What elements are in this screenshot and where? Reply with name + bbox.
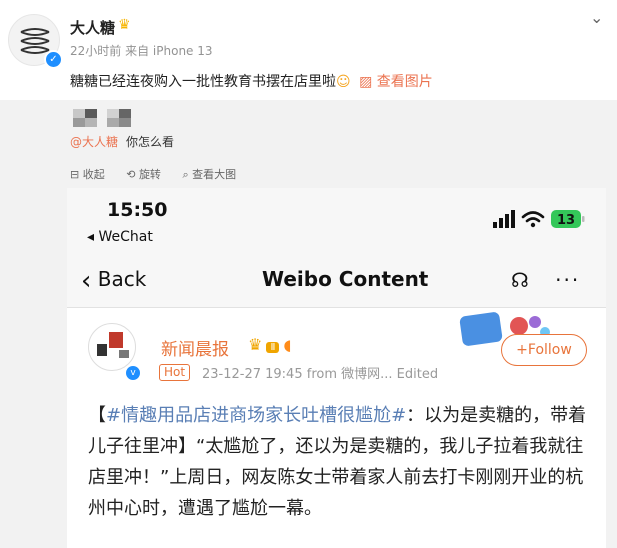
collapse-icon: ⊟ — [70, 168, 80, 181]
crown-icon: ♛ — [118, 17, 131, 33]
wifi-icon — [521, 211, 545, 223]
hot-badge: Hot — [159, 364, 191, 381]
signal-icon — [493, 210, 515, 228]
card-account-name[interactable]: 新闻晨报 — [161, 335, 229, 360]
status-time: 15:50 — [107, 199, 168, 221]
post-body: 糖糖已经连夜购入一批性教育书摆在店里啦 — [70, 74, 336, 90]
follow-button[interactable]: +Follow — [501, 334, 587, 366]
grin-emoji-icon: ☺ — [336, 74, 351, 90]
comment-row: @大人糖 你怎么看 — [70, 133, 174, 150]
more-icon[interactable]: ··· — [555, 268, 580, 292]
chevron-down-icon[interactable]: ⌄ — [590, 8, 603, 27]
verified-icon: ✓ — [44, 50, 63, 69]
fish-icon: ◖ — [283, 336, 292, 354]
card-verified-icon: v — [124, 364, 142, 382]
view-image-link[interactable]: ▨ 查看图片 — [359, 74, 433, 90]
collapse-button[interactable]: ⊟ 收起 — [70, 168, 105, 181]
view-image-label: 查看图片 — [376, 74, 433, 90]
card-badges: ♛ Ⅱ ◖ — [248, 335, 291, 354]
post-source: 来自 iPhone 13 — [125, 44, 213, 58]
headphones-icon[interactable]: ☊ — [511, 268, 529, 292]
nav-back-button[interactable]: ‹ Back — [81, 266, 146, 296]
level-crown-icon: ♛ — [248, 335, 263, 354]
rotate-label: 旋转 — [138, 168, 161, 181]
card-meta: 23-12-27 19:45 from 微博网... Edited — [202, 367, 439, 382]
status-bar-icons: 13 — [493, 210, 585, 228]
chevron-left-icon: ‹ — [81, 266, 92, 296]
back-to-wechat[interactable]: ◂ WeChat — [87, 229, 153, 245]
comment-mention[interactable]: @大人糖 — [70, 135, 118, 149]
hashtag-link[interactable]: #情趣用品店进商场家长吐槽很尴尬# — [106, 405, 406, 426]
nav-title: Weibo Content — [262, 267, 429, 291]
post-username[interactable]: 大人糖 — [70, 17, 115, 38]
post-text: 糖糖已经连夜购入一批性教育书摆在店里啦☺ ▨ 查看图片 — [70, 71, 433, 91]
image-toolbar: ⊟ 收起 ⟲ 旋转 ⌕ 查看大图 — [70, 166, 254, 182]
embedded-screenshot[interactable]: 15:50 ◂ WeChat 13 ‹ Back Weibo Content ☊… — [67, 188, 606, 548]
post-meta: 22小时前 来自 iPhone 13 — [70, 42, 213, 59]
mosaic-censor-icon — [73, 109, 131, 127]
level-badge-icon: Ⅱ — [266, 342, 280, 353]
magnify-icon: ⌕ — [182, 168, 189, 181]
nav-actions: ☊ ··· — [511, 268, 580, 292]
comment-text: 你怎么看 — [126, 135, 175, 149]
rotate-button[interactable]: ⟲ 旋转 — [126, 168, 161, 181]
card-body-text: 【#情趣用品店进商场家长吐槽很尴尬#：以为是卖糖的，带着儿子往里冲】“太尴尬了，… — [88, 405, 587, 519]
rotate-icon: ⟲ — [126, 168, 136, 181]
battery-level: 13 — [557, 213, 575, 228]
nav-back-label: Back — [97, 267, 147, 291]
collapse-label: 收起 — [82, 168, 105, 181]
image-icon: ▨ — [359, 74, 373, 90]
view-large-label: 查看大图 — [192, 168, 237, 181]
post-time[interactable]: 22小时前 — [70, 44, 121, 58]
view-large-button[interactable]: ⌕ 查看大图 — [182, 168, 236, 181]
